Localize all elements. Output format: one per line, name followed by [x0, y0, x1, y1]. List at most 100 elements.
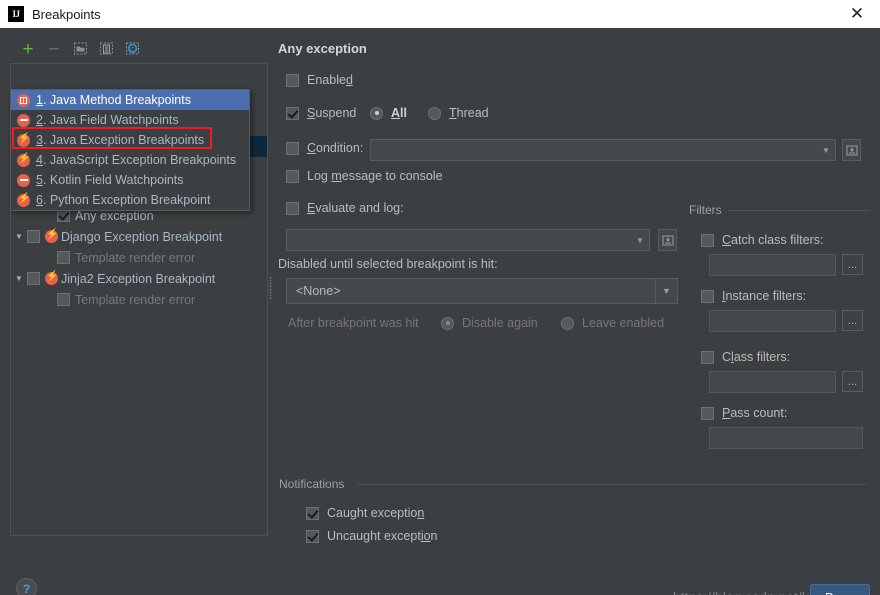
- disabled-until-value: <None>: [296, 284, 341, 298]
- log-message-checkbox[interactable]: [286, 169, 299, 183]
- notifications-group-title: Notifications: [279, 477, 345, 491]
- tree-expand-arrow-icon[interactable]: ▼: [11, 232, 27, 241]
- disabled-until-combo[interactable]: <None> ▼: [286, 278, 678, 304]
- caught-exception-label: Caught exception: [327, 506, 425, 520]
- catch-class-filters-checkbox[interactable]: [701, 233, 714, 247]
- condition-input[interactable]: ▼: [370, 139, 836, 161]
- disable-again-row[interactable]: Disable again: [441, 316, 538, 330]
- tree-item-checkbox[interactable]: [27, 272, 40, 285]
- help-button[interactable]: ?: [16, 578, 37, 595]
- catch-class-filters-label: Catch class filters:: [722, 233, 824, 247]
- enabled-checkbox[interactable]: [286, 73, 299, 87]
- dropdown-item-6[interactable]: 6. Python Exception Breakpoint: [11, 190, 249, 210]
- evaluate-log-expand-button[interactable]: [658, 229, 677, 251]
- expand-editor-icon: [662, 235, 673, 246]
- class-filters-label: Class filters:: [722, 350, 791, 364]
- tree-rows-container: Any exception▼Django Exception Breakpoin…: [11, 205, 267, 310]
- dropdown-item-label: 6. Python Exception Breakpoint: [36, 193, 211, 207]
- dropdown-item-4[interactable]: 4. JavaScript Exception Breakpoints: [11, 150, 249, 170]
- instance-filters-input[interactable]: [709, 310, 836, 332]
- suspend-label: Suspend: [307, 106, 357, 120]
- catch-class-filters-input[interactable]: [709, 254, 836, 276]
- suspend-thread-radio[interactable]: [428, 106, 441, 120]
- class-filters-browse-button[interactable]: ...: [842, 371, 863, 392]
- dropdown-item-label: 4. JavaScript Exception Breakpoints: [36, 153, 237, 167]
- evaluate-log-dropdown-arrow[interactable]: ▼: [631, 230, 649, 250]
- class-filters-checkbox[interactable]: [701, 350, 714, 364]
- suspend-all-radio[interactable]: [370, 106, 383, 120]
- dropdown-item-label: 3. Java Exception Breakpoints: [36, 133, 205, 147]
- class-filters-row[interactable]: Class filters:: [701, 350, 790, 364]
- field-breakpoint-icon: [17, 173, 30, 187]
- tree-expand-arrow-icon[interactable]: ▼: [11, 274, 27, 283]
- leave-enabled-radio[interactable]: [561, 316, 574, 330]
- filters-group-divider: [728, 210, 870, 211]
- pass-count-row[interactable]: Pass count:: [701, 406, 787, 420]
- exception-breakpoint-icon: [45, 228, 58, 243]
- class-filters-input[interactable]: [709, 371, 836, 393]
- disabled-until-label: Disabled until selected breakpoint is hi…: [278, 257, 498, 271]
- tree-row[interactable]: ▼ Django Exception Breakpoint: [11, 226, 267, 247]
- uncaught-exception-row[interactable]: Uncaught exception: [306, 529, 438, 543]
- disabled-until-arrow[interactable]: ▼: [655, 279, 677, 303]
- dropdown-item-label: 1. Java Method Breakpoints: [36, 93, 191, 107]
- evaluate-and-log-label: Evaluate and log:: [307, 201, 404, 215]
- evaluate-and-log-checkbox[interactable]: [286, 201, 299, 215]
- condition-checkbox[interactable]: [286, 141, 299, 155]
- add-breakpoint-button[interactable]: +: [16, 38, 40, 60]
- group-breakpoints-button[interactable]: [68, 38, 92, 60]
- pass-count-label: Pass count:: [722, 406, 788, 420]
- pass-count-checkbox[interactable]: [701, 406, 714, 420]
- tree-item-label: Template render error: [75, 250, 196, 265]
- condition-row[interactable]: Condition:: [286, 141, 363, 155]
- catch-class-filters-row[interactable]: Catch class filters:: [701, 233, 823, 247]
- uncaught-exception-checkbox[interactable]: [306, 529, 319, 543]
- suspend-row[interactable]: Suspend: [286, 106, 356, 120]
- dropdown-item-5[interactable]: 5. Kotlin Field Watchpoints: [11, 170, 249, 190]
- close-icon[interactable]: ✕: [834, 0, 880, 28]
- log-message-label: Log message to console: [307, 169, 443, 183]
- instance-filters-row[interactable]: Instance filters:: [701, 289, 806, 303]
- suspend-all-row[interactable]: All: [370, 106, 407, 120]
- panel-splitter[interactable]: [268, 36, 274, 536]
- condition-expand-button[interactable]: [842, 139, 861, 161]
- svg-text:C: C: [130, 46, 135, 53]
- tree-item-checkbox[interactable]: [57, 251, 70, 264]
- condition-dropdown-arrow[interactable]: ▼: [817, 140, 835, 160]
- details-heading: Any exception: [278, 41, 367, 56]
- window-title: Breakpoints: [32, 6, 101, 22]
- suspend-checkbox[interactable]: [286, 106, 299, 120]
- disable-again-radio[interactable]: [441, 316, 454, 330]
- tree-row[interactable]: Template render error: [11, 247, 267, 268]
- enabled-row[interactable]: Enabled: [286, 73, 353, 87]
- intellij-logo-icon: IJ: [8, 6, 24, 22]
- caught-exception-row[interactable]: Caught exception: [306, 506, 424, 520]
- evaluate-and-log-row[interactable]: Evaluate and log:: [286, 201, 404, 215]
- add-breakpoint-dropdown[interactable]: 1. Java Method Breakpoints 2. Java Field …: [10, 89, 250, 211]
- suspend-thread-row[interactable]: Thread: [428, 106, 489, 120]
- dropdown-item-2[interactable]: 2. Java Field Watchpoints: [11, 110, 249, 130]
- tree-item-checkbox[interactable]: [27, 230, 40, 243]
- dropdown-item-3[interactable]: 3. Java Exception Breakpoints: [11, 130, 249, 150]
- catch-class-filters-browse-button[interactable]: ...: [842, 254, 863, 275]
- tree-item-checkbox[interactable]: [57, 293, 70, 306]
- pass-count-input[interactable]: [709, 427, 863, 449]
- filters-group-title: Filters: [689, 203, 722, 217]
- export-breakpoints-button[interactable]: [94, 38, 118, 60]
- instance-filters-checkbox[interactable]: [701, 289, 714, 303]
- after-hit-label: After breakpoint was hit: [288, 316, 419, 330]
- tree-item-label: Template render error: [75, 292, 196, 307]
- caught-exception-checkbox[interactable]: [306, 506, 319, 520]
- tree-row[interactable]: ▼ Jinja2 Exception Breakpoint: [11, 268, 267, 289]
- tree-row[interactable]: Template render error: [11, 289, 267, 310]
- done-button[interactable]: Done: [810, 584, 870, 595]
- leave-enabled-row[interactable]: Leave enabled: [561, 316, 664, 330]
- leave-enabled-label: Leave enabled: [582, 316, 665, 330]
- document-icon: [99, 42, 113, 55]
- remove-breakpoint-button[interactable]: −: [42, 38, 66, 60]
- dropdown-item-1[interactable]: 1. Java Method Breakpoints: [11, 90, 249, 110]
- log-message-row[interactable]: Log message to console: [286, 169, 443, 183]
- instance-filters-browse-button[interactable]: ...: [842, 310, 863, 331]
- evaluate-and-log-input[interactable]: ▼: [286, 229, 650, 251]
- copy-breakpoints-button[interactable]: C: [120, 38, 144, 60]
